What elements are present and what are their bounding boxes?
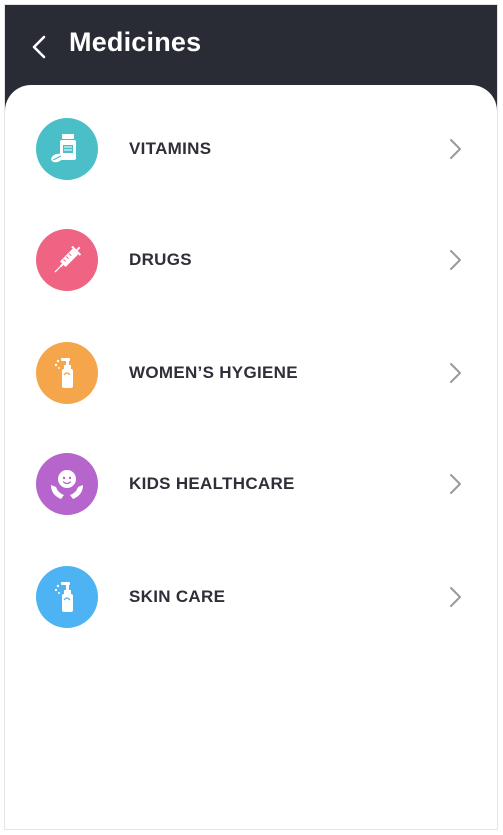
page-title: Medicines [69,27,202,57]
syringe-icon [54,245,82,273]
chevron-right-icon [450,250,461,270]
category-item-kids-healthcare[interactable]: KIDS HEALTHCARE [5,439,497,529]
icon-badge [36,342,98,404]
category-item-skin-care[interactable]: SKIN CARE [5,552,497,642]
category-item-drugs[interactable]: DRUGS [5,215,497,305]
chevron-right-icon [450,587,461,607]
back-button[interactable] [23,31,55,63]
category-label: VITAMINS [129,139,212,158]
category-label: SKIN CARE [129,587,226,606]
app-screen: Medicines VITAMINS DRUGS WOMEN’S HYGIENE… [4,4,498,830]
category-list: VITAMINS DRUGS WOMEN’S HYGIENE KIDS HEAL… [5,85,497,829]
category-label: DRUGS [129,250,192,269]
spray-bottle-icon [54,358,73,388]
chevron-right-icon [450,474,461,494]
chevron-left-icon [32,35,46,59]
lotion-bottle-icon [54,582,73,612]
category-label: WOMEN’S HYGIENE [129,363,298,382]
category-item-womens-hygiene[interactable]: WOMEN’S HYGIENE [5,328,497,418]
chevron-right-icon [450,363,461,383]
icon-badge [36,118,98,180]
category-label: KIDS HEALTHCARE [129,474,295,493]
icon-badge [36,453,98,515]
baby-hands-icon [51,470,83,499]
icon-badge [36,229,98,291]
chevron-right-icon [450,139,461,159]
icon-badge [36,566,98,628]
category-item-vitamins[interactable]: VITAMINS [5,104,497,194]
vitamin-bottle-icon [51,134,76,163]
